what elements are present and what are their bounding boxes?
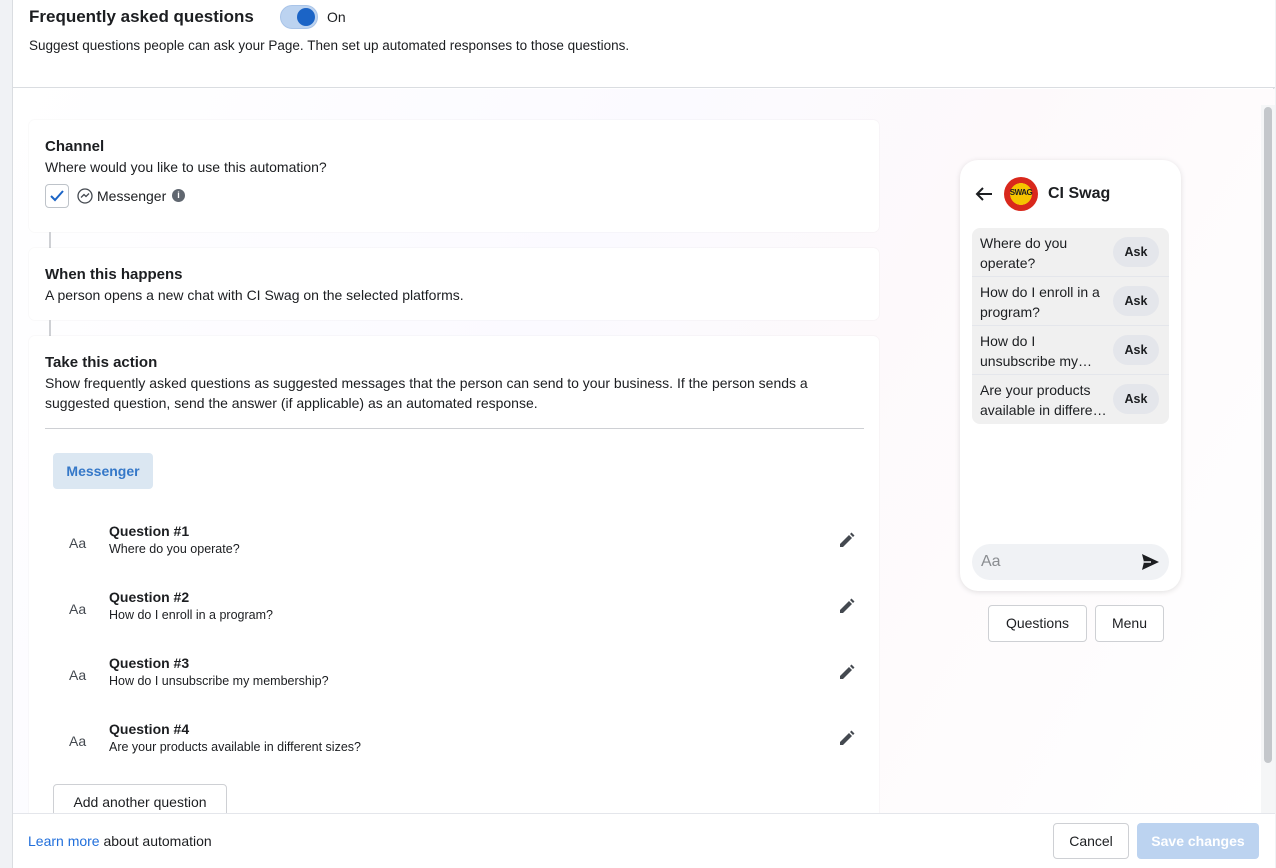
question-item: Aa Question #1 Where do you operate? xyxy=(53,521,863,571)
text-format-icon: Aa xyxy=(69,601,87,617)
trigger-card: When this happens A person opens a new c… xyxy=(29,248,879,320)
questions-button[interactable]: Questions xyxy=(988,605,1087,642)
cancel-button[interactable]: Cancel xyxy=(1053,823,1129,859)
message-placeholder: Aa xyxy=(981,553,1001,570)
ask-button[interactable]: Ask xyxy=(1113,286,1159,316)
panel-footer: Learn more about automation Cancel Save … xyxy=(13,813,1275,868)
toggle-knob xyxy=(297,8,315,26)
save-button[interactable]: Save changes xyxy=(1137,823,1259,859)
question-item: Aa Question #3 How do I unsubscribe my m… xyxy=(53,653,863,703)
faq-question: Where do you operate? xyxy=(980,235,1068,271)
trigger-description: A person opens a new chat with CI Swag o… xyxy=(45,287,464,303)
question-title: Question #4 xyxy=(109,721,190,737)
learn-more-suffix: about automation xyxy=(99,833,212,849)
action-card: Take this action Show frequently asked q… xyxy=(29,336,879,813)
faq-row: How do I enroll in a program? Ask xyxy=(972,277,1169,326)
text-format-icon: Aa xyxy=(69,535,87,551)
learn-more-text: Learn more about automation xyxy=(28,833,212,849)
page-name: CI Swag xyxy=(1048,185,1111,202)
messenger-option-label: Messenger xyxy=(97,188,167,204)
send-icon[interactable] xyxy=(1140,552,1160,572)
pencil-icon[interactable] xyxy=(838,729,856,747)
message-input[interactable]: Aa xyxy=(972,544,1169,580)
text-format-icon: Aa xyxy=(69,667,87,683)
question-title: Question #1 xyxy=(109,523,190,539)
trigger-title: When this happens xyxy=(45,266,183,283)
pencil-icon[interactable] xyxy=(838,531,856,549)
text-format-icon: Aa xyxy=(69,733,87,749)
ask-button[interactable]: Ask xyxy=(1113,335,1159,365)
check-icon xyxy=(50,190,64,202)
ask-button[interactable]: Ask xyxy=(1113,237,1159,267)
messenger-preview: SWAG CI Swag Where do you operate? Ask H… xyxy=(960,160,1181,591)
faq-row: Are your products available in differe… … xyxy=(972,375,1169,424)
page-title: Frequently asked questions xyxy=(29,7,254,26)
panel-header: Frequently asked questions On Suggest qu… xyxy=(13,0,1275,88)
question-item: Aa Question #2 How do I enroll in a prog… xyxy=(53,587,863,637)
back-arrow-icon[interactable] xyxy=(974,184,994,204)
add-question-button[interactable]: Add another question xyxy=(53,784,227,813)
pencil-icon[interactable] xyxy=(838,663,856,681)
flow-connector xyxy=(49,320,51,336)
question-text: Are your products available in different… xyxy=(109,740,361,754)
divider xyxy=(45,428,864,429)
question-text: How do I enroll in a program? xyxy=(109,608,273,622)
question-title: Question #2 xyxy=(109,589,190,605)
action-description: Show frequently asked questions as sugge… xyxy=(45,375,808,411)
page-subtitle: Suggest questions people can ask your Pa… xyxy=(29,38,630,53)
avatar: SWAG xyxy=(1004,177,1038,211)
faq-settings-panel: Frequently asked questions On Suggest qu… xyxy=(12,0,1275,868)
faq-row: Where do you operate? Ask xyxy=(972,228,1169,277)
scrollbar[interactable] xyxy=(1261,105,1275,813)
main-content: Channel Where would you like to use this… xyxy=(13,89,1275,813)
faq-row: How do I unsubscribe my… Ask xyxy=(972,326,1169,375)
pencil-icon[interactable] xyxy=(838,597,856,615)
faq-question: How do I enroll in a program? xyxy=(980,284,1100,320)
messenger-checkbox[interactable] xyxy=(45,184,69,208)
scroll-thumb[interactable] xyxy=(1264,107,1272,763)
faq-suggestions: Where do you operate? Ask How do I enrol… xyxy=(972,228,1169,424)
faq-question: Are your products available in differe… xyxy=(980,382,1107,418)
flow-connector xyxy=(49,232,51,248)
info-icon[interactable]: i xyxy=(172,189,185,202)
action-title: Take this action xyxy=(45,354,158,371)
question-text: Where do you operate? xyxy=(109,542,240,556)
ask-button[interactable]: Ask xyxy=(1113,384,1159,414)
messenger-icon xyxy=(77,188,93,204)
tab-messenger[interactable]: Messenger xyxy=(53,453,153,489)
channel-description: Where would you like to use this automat… xyxy=(45,159,327,175)
faq-toggle[interactable] xyxy=(280,5,318,29)
channel-card: Channel Where would you like to use this… xyxy=(29,120,879,232)
question-title: Question #3 xyxy=(109,655,190,671)
toggle-label: On xyxy=(327,9,346,25)
avatar-text: SWAG xyxy=(1009,188,1033,197)
channel-title: Channel xyxy=(45,138,105,155)
menu-button[interactable]: Menu xyxy=(1095,605,1164,642)
learn-more-link[interactable]: Learn more xyxy=(28,833,100,849)
question-text: How do I unsubscribe my membership? xyxy=(109,674,329,688)
question-item: Aa Question #4 Are your products availab… xyxy=(53,719,863,769)
faq-question: How do I unsubscribe my… xyxy=(980,333,1093,369)
